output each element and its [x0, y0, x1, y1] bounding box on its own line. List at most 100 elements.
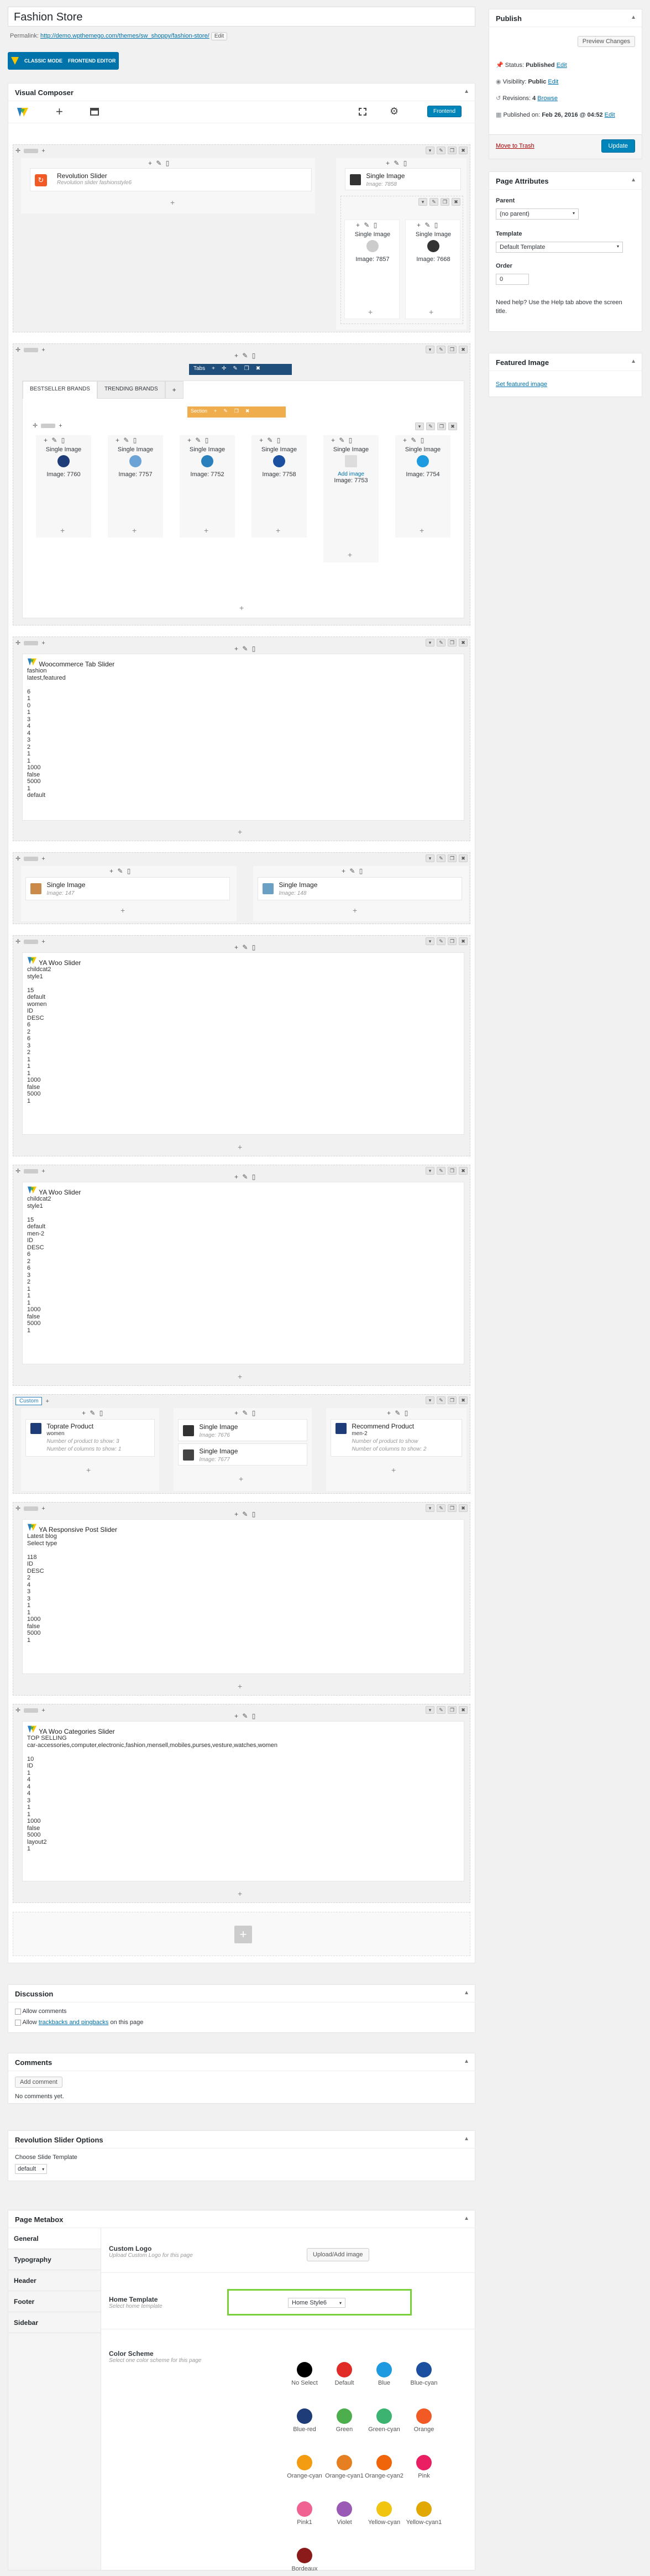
color-dot-icon[interactable] [337, 2408, 352, 2424]
add-column-icon[interactable]: + [59, 423, 62, 429]
column-controls[interactable]: + ✎ ▯ [82, 1409, 104, 1417]
responsive-post-slider-element[interactable]: YA Responsive Post Slider Latest blog Se… [22, 1519, 464, 1674]
tabs-clone-icon[interactable]: ❐ [244, 366, 249, 373]
tab-trending-brands[interactable]: TRENDING BRANDS [97, 381, 165, 399]
color-swatch[interactable]: Green [324, 2408, 364, 2433]
row-drag-handle[interactable] [24, 347, 39, 352]
row-edit-icon[interactable]: ✎ [437, 1706, 445, 1714]
row-delete-icon[interactable]: ✖ [459, 639, 468, 646]
color-swatch[interactable]: Yellow-cyan [364, 2501, 404, 2526]
templates-icon[interactable] [90, 108, 99, 116]
add-column-icon[interactable]: + [41, 1505, 45, 1512]
title-input[interactable]: Fashion Store [8, 7, 475, 27]
add-element-icon[interactable]: + [60, 526, 65, 535]
color-swatch[interactable]: Green-cyan [364, 2408, 404, 2433]
row-delete-icon[interactable]: ✖ [459, 1396, 468, 1404]
row-edit-icon[interactable]: ✎ [437, 639, 445, 646]
row-edit-icon[interactable]: ✎ [437, 937, 445, 945]
template-select[interactable]: Default Template ▾ [496, 242, 623, 253]
column-controls[interactable]: + ✎ ▯ [234, 1510, 256, 1518]
row-drag-handle[interactable] [24, 640, 39, 645]
section-add-icon[interactable]: + [214, 408, 217, 416]
add-column-icon[interactable]: + [41, 856, 45, 862]
single-image-element[interactable]: Single Image Image: 7754 [401, 446, 445, 478]
column-controls[interactable]: + ✎ ▯ [234, 1712, 256, 1720]
add-element-icon[interactable]: + [276, 526, 280, 535]
single-image-element[interactable]: Single Image Image: 7758 [257, 446, 301, 478]
collapse-arrow-icon[interactable]: ▲ [464, 88, 469, 95]
add-row-icon[interactable]: ✛ [15, 1167, 20, 1175]
column-controls[interactable]: + ✎ ▯ [386, 159, 408, 167]
color-dot-icon[interactable] [416, 2362, 432, 2377]
recommend-product-element[interactable]: Recommend Product men-2 Number of produc… [331, 1419, 462, 1457]
collapse-arrow-icon[interactable]: ▲ [464, 2058, 469, 2064]
permalink-edit-button[interactable]: Edit [211, 32, 228, 40]
rev-slider-element[interactable]: ↻ Revolution Slider Revolution slider fa… [30, 168, 312, 191]
single-image-element[interactable]: Single Image Image: 7757 [113, 446, 158, 478]
color-dot-icon[interactable] [337, 2455, 352, 2470]
color-swatch[interactable]: Default [324, 2362, 364, 2386]
row-edit-icon[interactable]: ✎ [437, 1504, 445, 1512]
add-column-icon[interactable]: + [41, 938, 45, 945]
single-image-element[interactable]: Single Image Image: 7752 [185, 446, 229, 478]
tab-sidebar[interactable]: Sidebar [8, 2312, 101, 2333]
color-swatch[interactable]: No Select [285, 2362, 324, 2386]
collapse-arrow-icon[interactable]: ▲ [631, 14, 636, 20]
row-clone-icon[interactable]: ❐ [448, 937, 457, 945]
row-toggle-icon[interactable]: ▾ [426, 1504, 434, 1512]
single-image-element[interactable]: Single Image Image: 7857 [350, 231, 395, 263]
tabs-add-icon[interactable]: + [212, 366, 215, 373]
status-edit-link[interactable]: Edit [557, 62, 567, 69]
fullscreen-icon[interactable] [359, 108, 366, 116]
add-column-icon[interactable]: + [41, 148, 45, 154]
frontend-editor-button[interactable]: FRONTEND EDITOR [68, 58, 116, 64]
row-toggle-icon[interactable]: ▾ [415, 423, 424, 430]
color-dot-icon[interactable] [337, 2362, 352, 2377]
parent-select[interactable]: (no parent) ▾ [496, 208, 579, 220]
color-dot-icon[interactable] [297, 2455, 312, 2470]
tabs-move-icon[interactable]: ✛ [222, 366, 226, 373]
single-image-element[interactable]: Single Image Image: 7677 [178, 1443, 307, 1466]
upload-image-button[interactable]: Upload/Add image [307, 2248, 369, 2261]
add-element-icon[interactable]: + [429, 307, 433, 316]
add-column-icon[interactable]: + [41, 1707, 45, 1714]
color-swatch[interactable]: Yellow-cyan1 [404, 2501, 444, 2526]
tabs-edit-icon[interactable]: ✎ [233, 366, 237, 373]
add-element-icon[interactable]: + [204, 526, 208, 535]
categories-slider-element[interactable]: YA Woo Categories Slider TOP SELLING car… [22, 1721, 464, 1881]
row-drag-handle[interactable] [24, 939, 39, 944]
add-image-link[interactable]: Add image [329, 471, 373, 477]
row-edit-icon[interactable]: ✎ [429, 198, 438, 206]
color-swatch[interactable]: Violet [324, 2501, 364, 2526]
single-image-element[interactable]: Single Image Image: 7676 [178, 1419, 307, 1441]
add-element-icon[interactable]: + [239, 1474, 243, 1483]
single-image-element[interactable]: Single Image Image: 7668 [411, 231, 455, 263]
color-swatch[interactable]: Orange-cyan2 [364, 2455, 404, 2479]
column-controls[interactable]: + ✎ ▯ [259, 436, 281, 444]
row-edit-icon[interactable]: ✎ [437, 346, 445, 353]
color-swatch[interactable]: Pink1 [285, 2501, 324, 2526]
tab-general[interactable]: General [8, 2228, 101, 2249]
add-element-icon[interactable]: + [391, 1466, 396, 1474]
row-toggle-icon[interactable]: ▾ [426, 1706, 434, 1714]
add-element-icon[interactable]: + [239, 603, 244, 612]
collapse-arrow-icon[interactable]: ▲ [464, 2215, 469, 2222]
column-controls[interactable]: + ✎ ▯ [234, 943, 256, 951]
color-swatch[interactable]: Blue-cyan [404, 2362, 444, 2386]
single-image-element[interactable]: Single Image Image: 7858 [345, 168, 461, 190]
row-clone-icon[interactable]: ❐ [448, 1504, 457, 1512]
color-dot-icon[interactable] [376, 2362, 392, 2377]
add-element-icon[interactable]: + [353, 906, 357, 915]
tab-bestseller-brands[interactable]: BESTSELLER BRANDS [23, 381, 97, 399]
single-image-element[interactable]: Single Image Image: 148 [258, 877, 462, 900]
slide-template-select[interactable]: default ▾ [15, 2164, 48, 2174]
add-row-button-icon[interactable]: + [234, 1926, 252, 1943]
color-swatch[interactable]: Blue-red [285, 2408, 324, 2433]
row-toggle-icon[interactable]: ▾ [426, 937, 434, 945]
color-dot-icon[interactable] [297, 2548, 312, 2563]
row-edit-icon[interactable]: ✎ [426, 423, 435, 430]
row-edit-icon[interactable]: ✎ [437, 1167, 445, 1175]
row-edit-icon[interactable]: ✎ [437, 147, 445, 154]
add-tab-icon[interactable]: + [165, 381, 184, 399]
color-dot-icon[interactable] [376, 2408, 392, 2424]
